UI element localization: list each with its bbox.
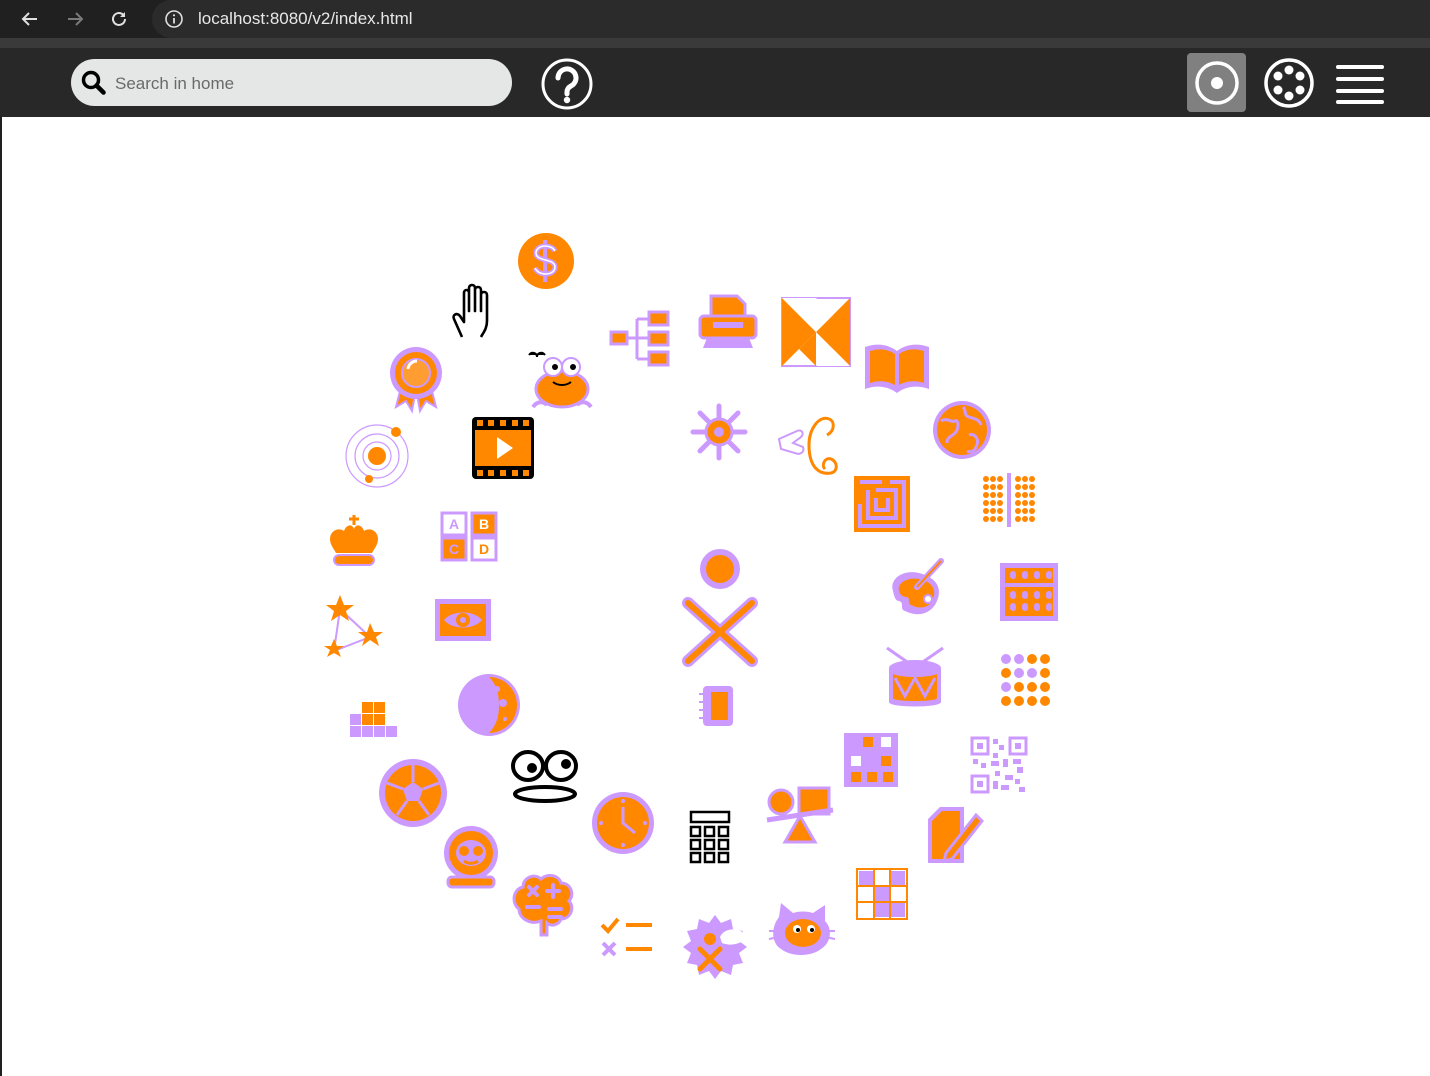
calculator-icon[interactable] [688, 809, 732, 865]
home-ring-icon [1194, 60, 1239, 105]
checklist-icon[interactable] [598, 915, 656, 959]
film-play-icon[interactable] [471, 416, 535, 480]
brain-math-icon[interactable] [509, 873, 579, 941]
arrow-left-icon[interactable] [15, 4, 45, 34]
globe-icon[interactable] [931, 399, 993, 461]
astronaut-icon[interactable] [440, 825, 502, 891]
constellation-icon[interactable] [320, 593, 386, 663]
award-icon[interactable] [388, 343, 444, 414]
balance-icon[interactable] [765, 782, 835, 846]
cat-icon[interactable] [767, 901, 837, 959]
reload-icon[interactable] [104, 4, 134, 34]
maze-icon[interactable] [852, 474, 912, 534]
abacus-dots-icon[interactable] [981, 471, 1037, 529]
url-text[interactable]: localhost:8080/v2/index.html [198, 9, 413, 29]
eyes-face-icon[interactable] [510, 746, 580, 806]
mindmap-icon[interactable] [608, 309, 672, 369]
home-view: A B C D [0, 117, 1430, 1076]
xo-buddy-icon[interactable] [674, 547, 766, 671]
list-menu-icon [1335, 64, 1384, 104]
help-icon[interactable] [538, 55, 595, 112]
grid-tiles-icon[interactable] [843, 732, 899, 788]
dot-grid-icon[interactable] [999, 652, 1053, 708]
search-box[interactable] [71, 59, 512, 108]
svg-text:D: D [479, 541, 489, 557]
sparkle-sun-icon[interactable] [690, 403, 748, 461]
info-icon[interactable] [164, 9, 184, 34]
abc-blocks-icon[interactable]: A B C D [439, 510, 499, 562]
main-toolbar [0, 48, 1430, 117]
arrow-right-icon[interactable] [60, 4, 90, 34]
book-icon[interactable] [862, 341, 932, 397]
paint-palette-icon[interactable] [887, 557, 953, 619]
blocks-stack-icon[interactable] [348, 700, 402, 740]
svg-text:B: B [479, 516, 489, 532]
search-input[interactable] [113, 59, 497, 108]
drum-icon[interactable] [883, 644, 947, 712]
neighborhood-view-button[interactable] [1259, 53, 1318, 112]
eye-icon[interactable] [434, 598, 492, 642]
home-view-button[interactable] [1187, 53, 1246, 112]
svg-text:A: A [449, 516, 459, 532]
soccer-ball-icon[interactable] [378, 758, 448, 828]
list-view-button[interactable] [1330, 53, 1389, 112]
tangram-icon[interactable] [781, 297, 851, 367]
abacus-frame-icon[interactable] [998, 561, 1060, 623]
color-grid-icon[interactable] [856, 868, 908, 920]
write-icon[interactable] [924, 805, 986, 867]
xo-chat-icon[interactable] [680, 913, 750, 979]
printer-icon[interactable] [697, 294, 759, 352]
neighborhood-icon [1263, 57, 1314, 108]
dollar-icon[interactable] [516, 231, 576, 291]
hand-icon[interactable] [450, 283, 502, 341]
browser-bar: localhost:8080/v2/index.html [0, 0, 1430, 38]
search-icon [81, 70, 106, 100]
browser-divider [0, 38, 1430, 48]
solar-system-icon[interactable] [344, 423, 410, 489]
address-bar[interactable]: localhost:8080/v2/index.html [152, 0, 1430, 38]
moon-icon[interactable] [457, 673, 521, 737]
journal-icon[interactable] [697, 684, 737, 728]
cursive-writing-icon[interactable] [777, 411, 845, 481]
frog-icon[interactable] [525, 349, 597, 413]
chess-king-icon[interactable] [326, 513, 382, 569]
svg-text:C: C [449, 541, 459, 557]
clock-icon[interactable] [591, 791, 655, 855]
qr-code-icon[interactable] [969, 735, 1029, 795]
